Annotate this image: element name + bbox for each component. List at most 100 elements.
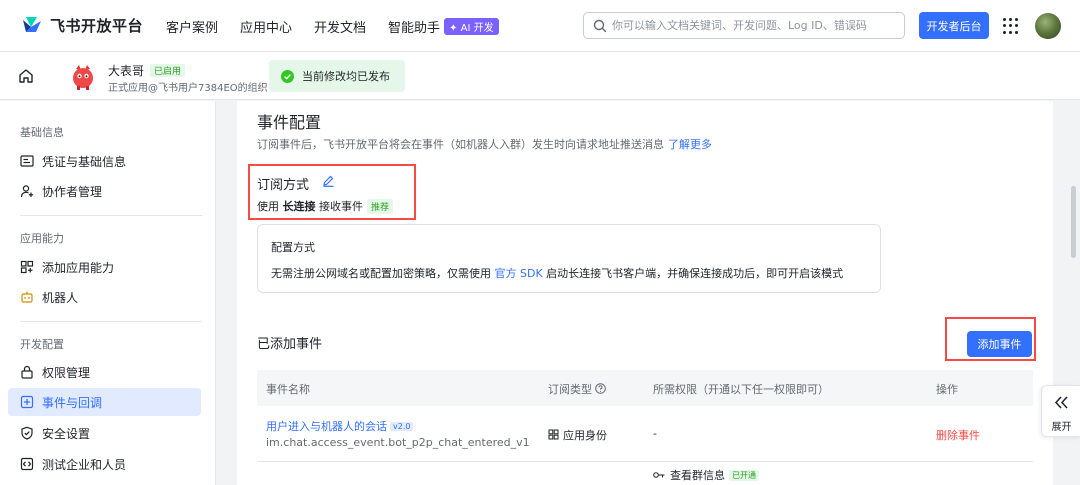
nav-item-app-center[interactable]: 应用中心 — [240, 17, 292, 36]
lock-icon — [21, 365, 33, 379]
events-table: 事件名称 订阅类型 所需权限（开通以下任一权限即可） 操作 用户进入与机器人的会… — [257, 370, 1033, 485]
header-permissions: 所需权限（开通以下任一权限即可） — [653, 383, 829, 396]
page-title: 事件配置 — [257, 113, 322, 132]
user-add-icon — [20, 185, 34, 198]
sidebar-item-label: 协作者管理 — [42, 184, 103, 199]
id-card-icon — [20, 155, 34, 167]
mode-prefix: 使用 — [257, 200, 279, 213]
search-input[interactable] — [612, 16, 898, 35]
permission-label: 查看群信息 — [670, 469, 725, 482]
sidebar-item-label: 测试企业和人员 — [42, 457, 127, 472]
event-name-label: 用户进入与机器人的会话 — [266, 420, 387, 433]
sidebar-item-add-capability[interactable]: 添加应用能力 — [8, 253, 201, 281]
sidebar-item-security[interactable]: 安全设置 — [8, 419, 201, 447]
subscription-mode-title: 订阅方式 — [257, 178, 310, 193]
search-icon — [593, 19, 607, 33]
config-desc-prefix: 无需注册公网域名或配置加密策略，仅需使用 — [271, 267, 491, 280]
nav-item-assistant[interactable]: 智能助手 ✦ AI 开发 — [388, 17, 499, 36]
home-icon[interactable] — [18, 68, 34, 84]
sidebar-section-dev: 开发配置 — [20, 338, 64, 351]
shield-icon — [21, 426, 33, 440]
learn-more-link[interactable]: 了解更多 — [668, 138, 712, 151]
app-bar: 大表哥 已启用 正式应用@飞书用户7384EO的组织 当前修改均已发布 — [0, 52, 1080, 100]
sidebar-section-capabilities: 应用能力 — [20, 232, 64, 245]
subscription-type-label: 应用身份 — [563, 429, 607, 442]
enabled-badge: 已开通 — [729, 470, 759, 481]
app-avatar — [73, 65, 93, 90]
event-icon — [20, 395, 34, 409]
sidebar-item-label: 添加应用能力 — [42, 260, 115, 275]
grid-add-icon — [20, 260, 34, 274]
header-actions: 操作 — [936, 383, 958, 396]
permission-cell: 查看群信息 已开通 — [653, 467, 759, 483]
sidebar-item-testing[interactable]: 测试企业和人员 — [8, 450, 201, 478]
sidebar-item-label: 事件与回调 — [42, 395, 103, 410]
nav-item-assistant-label: 智能助手 — [388, 21, 441, 36]
app-name: 大表哥 已启用 — [108, 62, 186, 79]
page-scrollbar[interactable] — [1071, 186, 1076, 258]
config-description: 无需注册公网域名或配置加密策略，仅需使用 官方 SDK 启动长连接飞书客户端，并… — [271, 265, 843, 281]
app-name-label: 大表哥 — [108, 64, 145, 78]
config-title: 配置方式 — [271, 241, 315, 254]
sidebar-item-events[interactable]: 事件与回调 — [8, 388, 201, 416]
sidebar-item-credentials[interactable]: 凭证与基础信息 — [8, 147, 201, 175]
table-row: 查看群信息 已开通 — [257, 462, 1033, 485]
add-event-button[interactable]: 添加事件 — [967, 331, 1032, 357]
logo[interactable]: 飞书开放平台 — [20, 14, 143, 36]
developer-console-button[interactable]: 开发者后台 — [919, 12, 989, 39]
brand-name: 飞书开放平台 — [50, 16, 144, 35]
version-badge: v2.0 — [390, 422, 414, 431]
official-sdk-link[interactable]: 官方 SDK — [495, 267, 543, 280]
app-status-badge: 已启用 — [150, 64, 186, 77]
sidebar-section-basic: 基础信息 — [20, 126, 64, 139]
main-panel: 事件配置 订阅事件后，飞书开放平台将会在事件（如机器人入群）发生时向请求地址推送… — [237, 101, 1053, 485]
header-event-name: 事件名称 — [266, 383, 310, 396]
edit-icon[interactable] — [322, 174, 335, 187]
app-identity-icon — [548, 429, 559, 440]
publish-status-toast: 当前修改均已发布 — [269, 60, 405, 92]
config-card: 配置方式 无需注册公网域名或配置加密策略，仅需使用 官方 SDK 启动长连接飞书… — [257, 224, 881, 293]
nav-item-docs[interactable]: 开发文档 — [314, 17, 366, 36]
key-icon — [653, 472, 665, 478]
header-subscription-type: 订阅类型 — [548, 381, 606, 397]
event-code: im.chat.access_event.bot_p2p_chat_entere… — [266, 436, 530, 449]
check-circle-icon — [281, 69, 294, 83]
config-desc-suffix: 启动长连接飞书客户端，并确保连接成功后，即可开启该模式 — [546, 267, 844, 280]
sidebar-item-label: 机器人 — [42, 290, 79, 305]
page-description-text: 订阅事件后，飞书开放平台将会在事件（如机器人入群）发生时向请求地址推送消息 — [257, 138, 664, 151]
nav-menu: 客户案例 应用中心 开发文档 智能助手 ✦ AI 开发 — [166, 17, 521, 36]
top-nav: 飞书开放平台 客户案例 应用中心 开发文档 智能助手✦ AI 开发 开发者后台 — [0, 0, 1080, 52]
sidebar-item-robot[interactable]: 机器人 — [8, 283, 201, 311]
mode-suffix: 接收事件 — [319, 200, 363, 213]
permission-cell: - — [653, 427, 657, 440]
sidebar-item-label: 凭证与基础信息 — [42, 154, 127, 169]
search-box[interactable] — [583, 12, 905, 39]
table-header: 事件名称 订阅类型 所需权限（开通以下任一权限即可） 操作 — [257, 370, 1033, 406]
added-events-title: 已添加事件 — [257, 337, 323, 352]
sidebar-item-label: 安全设置 — [42, 426, 91, 441]
robot-icon — [21, 291, 33, 303]
double-chevron-left-icon — [1054, 396, 1068, 409]
sidebar-divider — [20, 215, 202, 216]
expand-panel-toggle[interactable]: 展开 — [1041, 385, 1080, 437]
app-subtitle: 正式应用@飞书用户7384EO的组织 — [108, 83, 268, 94]
delete-event-link[interactable]: 删除事件 — [936, 427, 980, 443]
apps-grid-icon[interactable] — [1003, 18, 1019, 34]
header-subscription-type-label: 订阅类型 — [548, 383, 592, 396]
nav-item-cases[interactable]: 客户案例 — [166, 17, 218, 36]
table-row: 用户进入与机器人的会话 v2.0 im.chat.access_event.bot… — [257, 406, 1033, 462]
toast-text: 当前修改均已发布 — [302, 70, 390, 83]
subscription-type-cell: 应用身份 — [548, 427, 607, 443]
expand-label: 展开 — [1051, 422, 1072, 433]
sidebar-item-permissions[interactable]: 权限管理 — [8, 358, 201, 386]
sidebar-item-collaborators[interactable]: 协作者管理 — [8, 177, 201, 205]
page-description: 订阅事件后，飞书开放平台将会在事件（如机器人入群）发生时向请求地址推送消息 了解更… — [257, 136, 712, 152]
sidebar-divider — [20, 321, 202, 322]
event-name-link[interactable]: 用户进入与机器人的会话 v2.0 — [266, 418, 414, 434]
help-icon[interactable] — [595, 383, 606, 394]
user-avatar[interactable] — [1035, 13, 1061, 39]
ai-dev-badge: ✦ AI 开发 — [444, 18, 499, 35]
sidebar-item-label: 权限管理 — [42, 365, 91, 380]
feishu-logo-icon — [20, 14, 42, 36]
sidebar: 基础信息 凭证与基础信息 协作者管理 应用能力 添加应用能力 机器人 开发配置 … — [0, 101, 216, 485]
